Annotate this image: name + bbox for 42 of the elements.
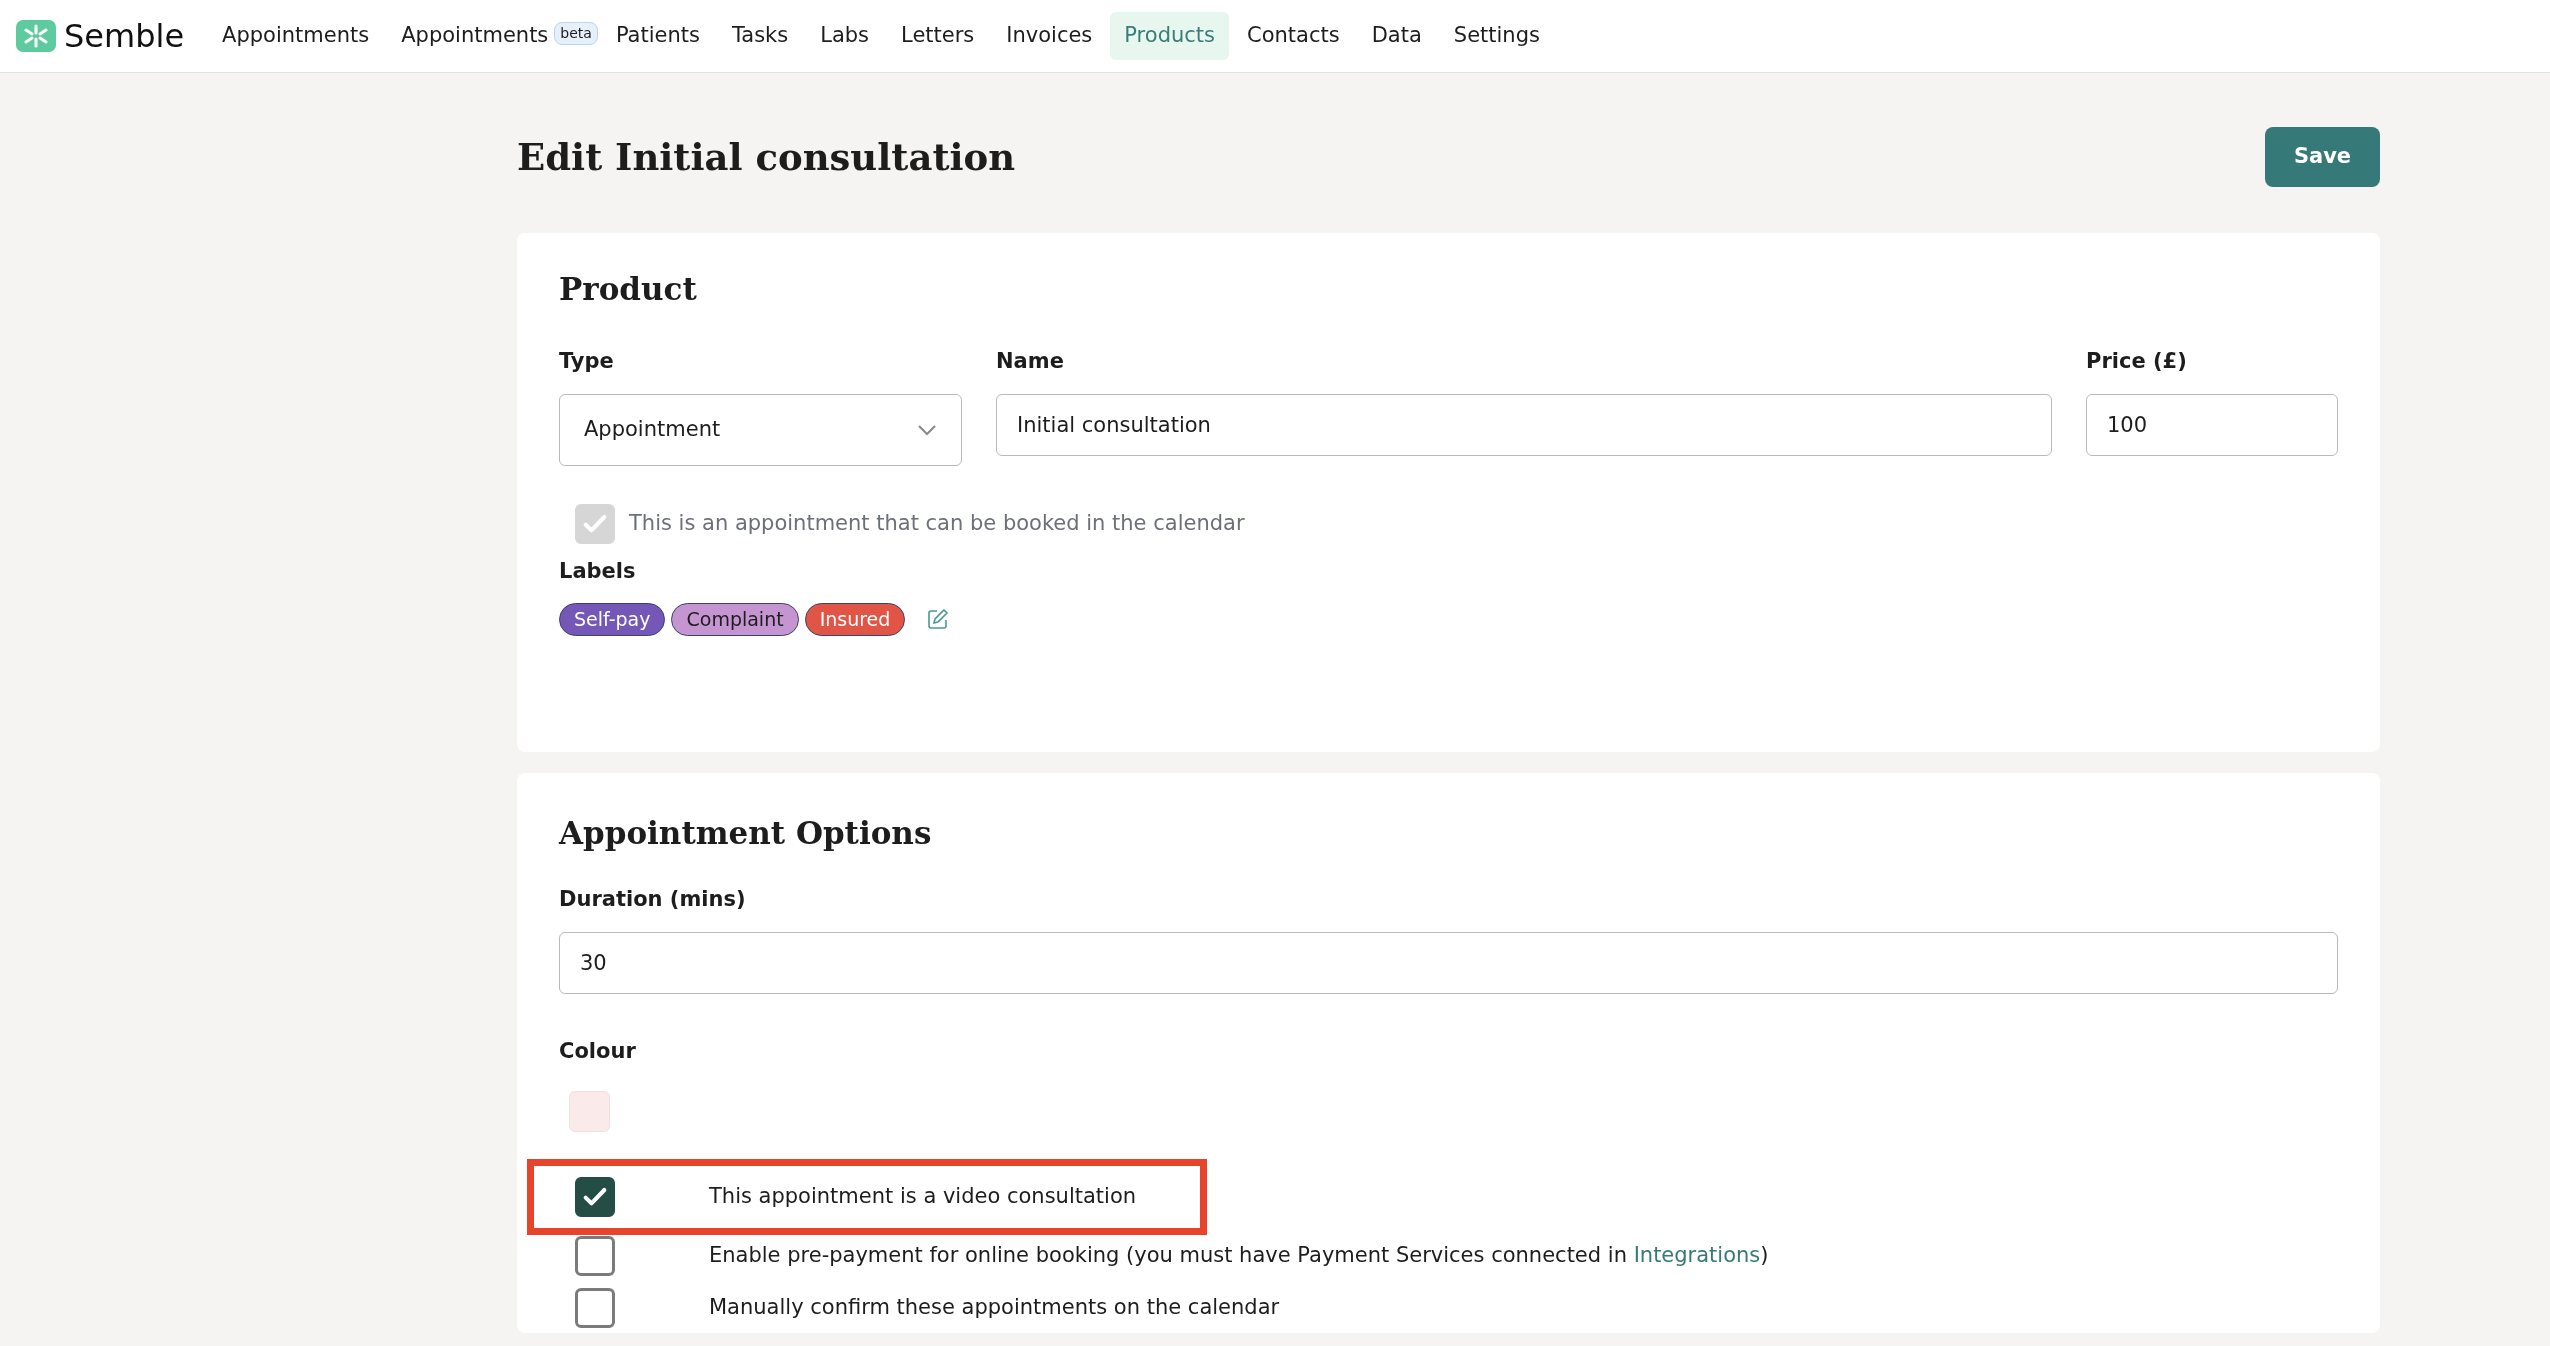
edit-icon[interactable] <box>927 608 950 631</box>
nav-link[interactable]: Invoices <box>992 12 1107 60</box>
beta-badge: beta <box>554 22 598 46</box>
checkbox-label: Manually confirm these appointments on the calendar <box>709 1294 1280 1322</box>
labels-heading: Labels <box>559 557 637 585</box>
label-tag: Insured <box>804 603 906 636</box>
nav-link[interactable]: Products <box>1110 12 1229 60</box>
label-tag: Self-pay <box>559 603 666 636</box>
colour-swatch[interactable] <box>569 1091 610 1133</box>
label-tag: Complaint <box>671 603 799 636</box>
chevron-down-icon <box>917 423 937 436</box>
nav-link[interactable]: Letters <box>887 12 989 60</box>
checkbox[interactable] <box>575 1236 615 1277</box>
field-label: Duration (mins) <box>559 886 747 914</box>
save-button[interactable]: Save <box>2265 127 2380 187</box>
checkbox-label: Enable pre-payment for online booking (you must have Payment Services connected in Integrations) <box>709 1242 1769 1270</box>
field-label: Price (£) <box>2086 348 2188 376</box>
field-label: Name <box>996 348 1065 376</box>
checkbox[interactable] <box>575 1177 615 1218</box>
checkbox[interactable] <box>575 1288 615 1329</box>
nav-link[interactable]: Tasks <box>717 12 803 60</box>
input-field[interactable]: 100 <box>2086 393 2338 456</box>
field-label: Type <box>559 348 615 376</box>
section-title: Appointment Options <box>559 815 933 853</box>
field-label: Colour <box>559 1037 637 1065</box>
nav-link[interactable]: Data <box>1357 12 1436 60</box>
section-title: Product <box>559 271 698 309</box>
checkbox-label: This appointment is a video consultation <box>709 1183 1137 1211</box>
nav-link[interactable]: Patients <box>601 12 714 60</box>
input-field[interactable]: 30 <box>559 931 2338 994</box>
nav-link[interactable]: Labs <box>806 12 884 60</box>
integrations-link[interactable]: Integrations <box>1633 1243 1761 1268</box>
page-title: Edit Initial consultation <box>517 134 1016 180</box>
nav-link[interactable]: Appointments <box>208 12 384 60</box>
type-dropdown[interactable]: Appointment <box>559 393 962 466</box>
dropdown-value: Appointment <box>584 415 721 443</box>
nav-link[interactable]: Settings <box>1439 12 1554 60</box>
nav-link[interactable]: Contacts <box>1233 12 1354 60</box>
logo-icon <box>16 20 56 52</box>
brand-name[interactable]: Semble <box>64 12 185 60</box>
checkbox-label: This is an appointment that can be booked in the calendar <box>629 509 1245 537</box>
input-field[interactable]: Initial consultation <box>996 393 2052 456</box>
